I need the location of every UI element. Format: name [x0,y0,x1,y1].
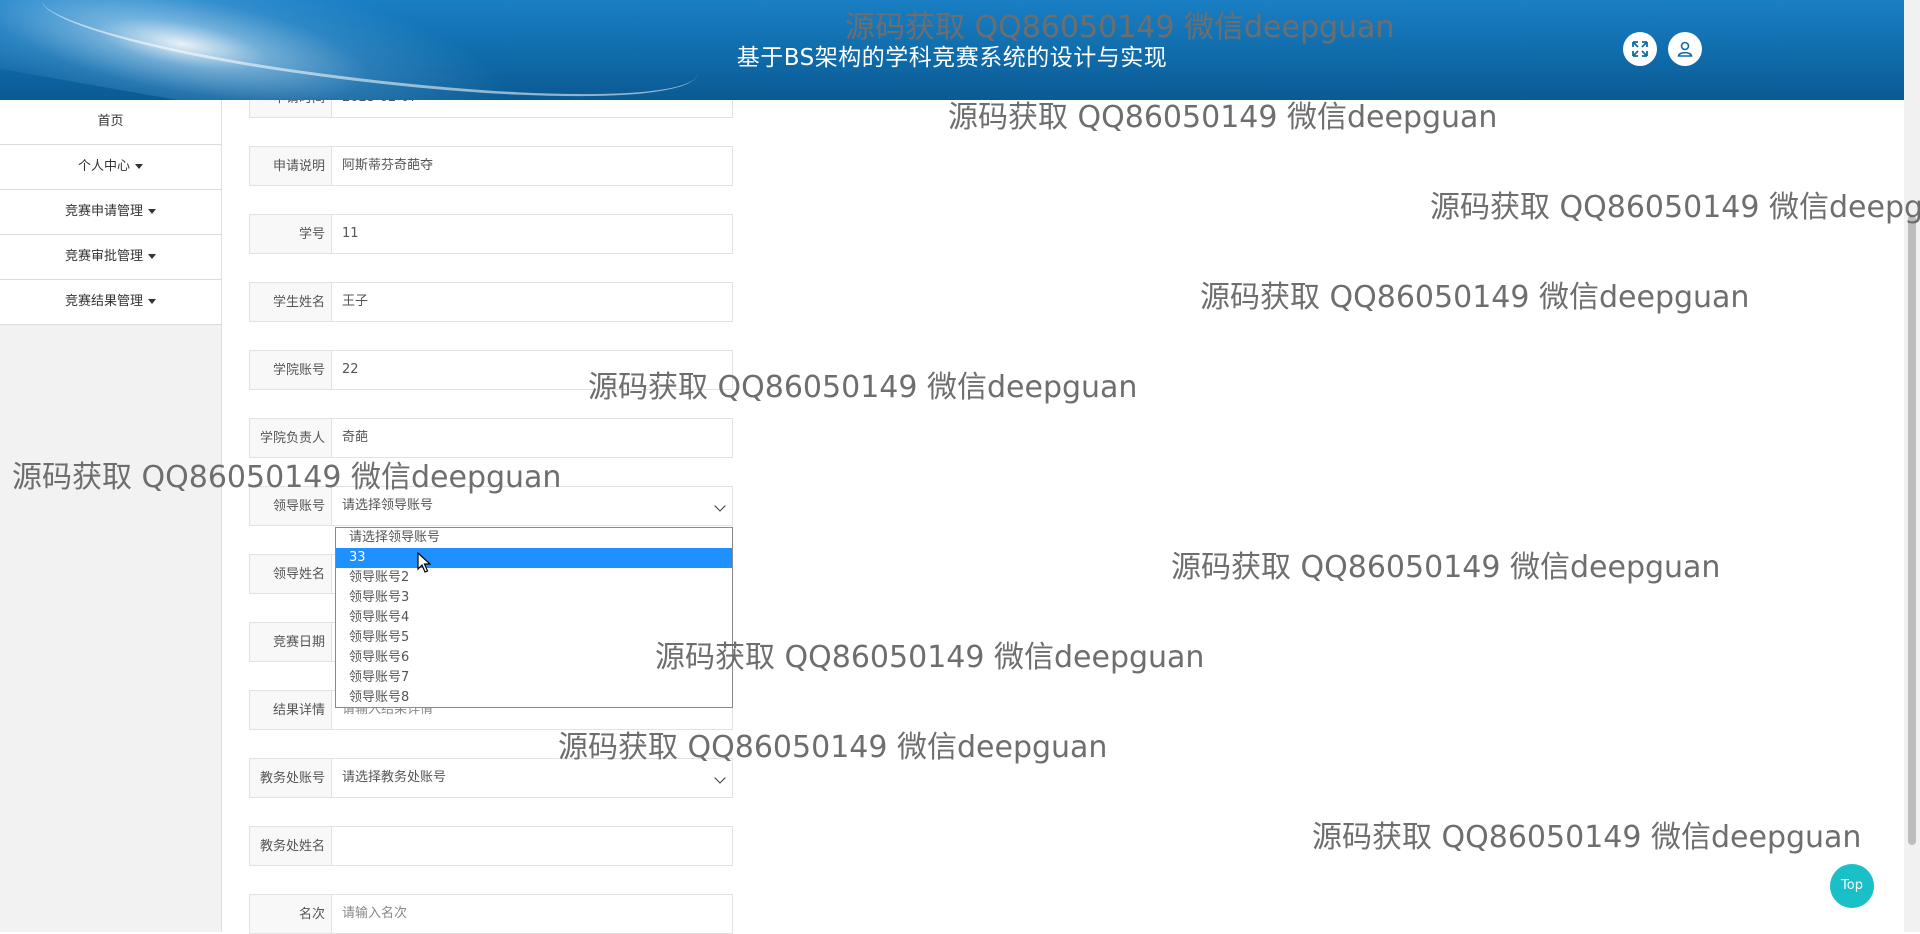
form-row-student-name: 学生姓名 王子 [249,282,733,322]
form-row-academic-name: 教务处姓名 [249,826,733,866]
caret-down-icon [135,164,143,169]
watermark-text: 源码获取 QQ86050149 微信deepguan [655,640,1205,675]
sidebar-item-label: 首页 [97,114,124,129]
rank-input[interactable]: 请输入名次 [331,894,733,934]
caret-down-icon [148,209,156,214]
form-row-leader-account: 领导账号 请选择领导账号 [249,486,733,526]
sidebar-item-label: 竞赛申请管理 [64,204,143,219]
sidebar-item-competition-approval[interactable]: 竞赛审批管理 [0,235,221,280]
fullscreen-button[interactable] [1623,32,1657,66]
form-row-college-head: 学院负责人 奇葩 [249,418,733,458]
watermark-text: 源码获取 QQ86050149 微信deepguan [1171,550,1721,585]
college-account-input[interactable]: 22 [331,350,733,390]
form-row-academic-account: 教务处账号 请选择教务处账号 [249,758,733,798]
form-row-college-account: 学院账号 22 [249,350,733,390]
expand-icon [1632,41,1648,57]
apply-desc-input[interactable]: 阿斯蒂芬奇葩夺 [331,146,733,186]
college-head-input[interactable]: 奇葩 [331,418,733,458]
app-header: 基于BS架构的学科竞赛系统的设计与实现 [0,0,1904,100]
sidebar-item-competition-application[interactable]: 竞赛申请管理 [0,190,221,235]
sidebar-item-label: 竞赛审批管理 [64,249,143,264]
watermark-text: 源码获取 QQ86050149 微信deepguan [1200,280,1750,315]
dropdown-option[interactable]: 领导账号2 [336,568,732,588]
dropdown-option[interactable]: 领导账号8 [336,688,732,708]
sidebar-item-label: 竞赛结果管理 [64,294,143,309]
watermark-text: 源码获取 QQ86050149 微信deepguan [1312,820,1862,855]
academic-name-input[interactable] [331,826,733,866]
field-label: 领导姓名 [249,554,331,594]
dropdown-option[interactable]: 请选择领导账号 [336,528,732,548]
page-scrollbar[interactable] [1904,0,1920,932]
sidebar-item-home[interactable]: 首页 [0,100,221,145]
field-label: 教务处姓名 [249,826,331,866]
caret-down-icon [148,299,156,304]
dropdown-option[interactable]: 领导账号7 [336,668,732,688]
field-label: 申请说明 [249,146,331,186]
back-to-top-button[interactable]: Top [1830,864,1874,908]
dropdown-option[interactable]: 领导账号3 [336,588,732,608]
sidebar-item-label: 个人中心 [77,159,130,174]
field-label: 结果详情 [249,690,331,730]
leader-account-select[interactable]: 请选择领导账号 [331,486,733,526]
student-name-input[interactable]: 王子 [331,282,733,322]
dropdown-option-selected[interactable]: 33 [336,548,732,568]
chevron-down-icon [714,500,726,512]
app-title: 基于BS架构的学科竞赛系统的设计与实现 [736,45,1168,71]
academic-account-select[interactable]: 请选择教务处账号 [331,758,733,798]
select-value: 请选择领导账号 [342,498,434,513]
user-icon [1677,41,1693,57]
dropdown-option[interactable]: 领导账号4 [336,608,732,628]
sidebar-item-personal-center[interactable]: 个人中心 [0,145,221,190]
field-label: 学院账号 [249,350,331,390]
chevron-down-icon [714,772,726,784]
form-row-student-id: 学号 11 [249,214,733,254]
dropdown-option[interactable]: 领导账号5 [336,628,732,648]
form-row-rank: 名次 请输入名次 [249,894,733,934]
sidebar-item-competition-result[interactable]: 竞赛结果管理 [0,280,221,325]
field-label: 学号 [249,214,331,254]
field-label: 学院负责人 [249,418,331,458]
caret-down-icon [148,254,156,259]
field-label: 领导账号 [249,486,331,526]
student-id-input[interactable]: 11 [331,214,733,254]
leader-account-dropdown: 请选择领导账号 33 领导账号2 领导账号3 领导账号4 领导账号5 领导账号6… [335,527,733,708]
watermark-text: 源码获取 QQ86050149 微信deepguan [1430,190,1920,225]
field-label: 名次 [249,894,331,934]
user-button[interactable] [1668,32,1702,66]
field-label: 学生姓名 [249,282,331,322]
form-row-apply-desc: 申请说明 阿斯蒂芬奇葩夺 [249,146,733,186]
field-label: 竞赛日期 [249,622,331,662]
select-value: 请选择教务处账号 [342,770,447,785]
scrollbar-thumb[interactable] [1908,215,1916,845]
field-label: 教务处账号 [249,758,331,798]
mouse-cursor-icon [417,552,431,573]
dropdown-option[interactable]: 领导账号6 [336,648,732,668]
sidebar: 首页 个人中心 竞赛申请管理 竞赛审批管理 竞赛结果管理 [0,100,222,932]
